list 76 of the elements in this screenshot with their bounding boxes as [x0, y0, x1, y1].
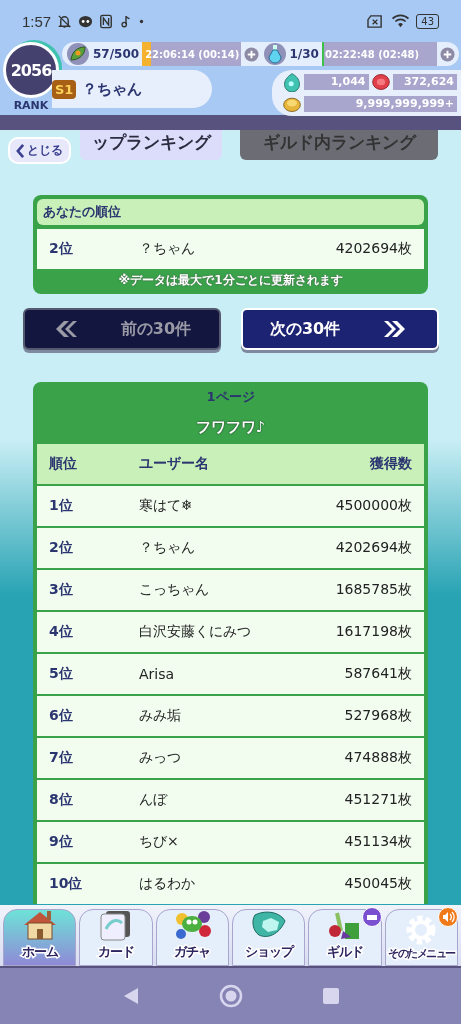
score-text: 4202694枚	[335, 539, 412, 557]
rank-text: 9位	[49, 833, 74, 851]
rank-text: 6位	[49, 707, 74, 725]
rank-text: 3位	[49, 581, 74, 599]
user-name: ？ちゃん	[139, 539, 196, 557]
currency-amount: 1,044	[304, 74, 369, 90]
rank-text: 8位	[49, 791, 74, 809]
score-text: 587641枚	[344, 665, 412, 683]
currency-amount: 9,999,999,999+	[304, 96, 457, 112]
user-name: んぼ	[139, 791, 169, 809]
ranking-tab[interactable]: ップランキング	[80, 130, 222, 160]
rank-text: 2位	[49, 240, 74, 258]
face-icon	[78, 13, 94, 29]
emblem-badge-icon	[361, 907, 382, 927]
nav-tab[interactable]: ギルド	[308, 909, 382, 966]
potion-bottle-icon	[262, 42, 287, 66]
battery-indicator: 43	[416, 13, 439, 29]
nfc-icon	[99, 13, 114, 29]
resource-count: 1/30	[289, 47, 319, 61]
score-text: 1685785枚	[335, 581, 412, 599]
user-name: はるわか	[139, 875, 196, 893]
score-text: 451271枚	[344, 791, 412, 809]
column-header: 順位	[49, 455, 78, 473]
score-text: 4500000枚	[335, 497, 412, 515]
home-circle-icon[interactable]	[218, 984, 243, 1008]
rank-text: 1位	[49, 497, 74, 515]
score-text: 4202694枚	[335, 240, 412, 258]
rank-text: 10位	[49, 875, 84, 893]
gem-icon	[282, 72, 302, 92]
user-name: ？ちゃん	[139, 240, 196, 258]
rank-text: 5位	[49, 665, 74, 683]
column-header: ユーザー名	[139, 455, 210, 473]
score-text: 527968枚	[344, 707, 412, 725]
plus-icon[interactable]	[243, 46, 259, 62]
user-name: 寒はて❄	[139, 497, 194, 515]
rank-text: 7位	[49, 749, 74, 767]
nav-tab[interactable]: ガチャ	[155, 909, 229, 966]
close-button[interactable]: とじる	[8, 137, 71, 164]
score-text: 451134枚	[344, 833, 412, 851]
ranking-title: フワフワ♪	[194, 417, 267, 438]
plus-icon[interactable]	[440, 46, 455, 62]
user-name: 白沢安藤くにみつ	[139, 623, 252, 641]
wifi-icon	[391, 13, 411, 29]
card-title: あなたの順位	[37, 199, 424, 225]
player-name: ？ちゃん	[82, 79, 143, 99]
currency-amount: 372,624	[392, 74, 457, 90]
rank-text: 4位	[49, 623, 74, 641]
chevron-left-icon	[16, 143, 25, 158]
ruby-icon	[370, 72, 391, 92]
resource-count: 57/500	[93, 47, 140, 61]
rank-text: 2位	[49, 539, 74, 557]
nav-tab[interactable]: ホーム	[3, 909, 77, 966]
user-name: こっちゃん	[139, 581, 210, 599]
page-label: 1ページ	[205, 388, 256, 406]
nav-tab[interactable]: そのたメニュー	[384, 909, 458, 966]
user-name: みみ垢	[139, 707, 182, 725]
dot-icon	[139, 18, 145, 24]
leaf-icon	[66, 42, 90, 66]
timer-text: 02:22:48 (02:48)	[323, 48, 420, 60]
status-time: 1:57	[22, 12, 52, 30]
user-name: みっつ	[139, 749, 182, 767]
score-text: 450045枚	[344, 875, 412, 893]
update-note: ※データは最大で1分ごとに更新されます	[117, 272, 344, 289]
score-text: 1617198枚	[335, 623, 412, 641]
bell-off-icon	[57, 13, 73, 29]
rank-label: RANK	[13, 99, 49, 112]
back-icon[interactable]	[122, 987, 139, 1005]
user-name: Arisa	[139, 666, 176, 682]
column-header: 獲得数	[370, 455, 412, 473]
next-page-button[interactable]: 次の30件	[240, 308, 439, 350]
recents-icon[interactable]	[322, 988, 339, 1004]
speaker-icon	[437, 907, 458, 927]
score-text: 474888枚	[344, 749, 412, 767]
nav-tab[interactable]: カード	[79, 909, 153, 966]
user-name: ちび×	[139, 833, 180, 851]
nav-tab[interactable]: ショップ	[232, 909, 306, 966]
